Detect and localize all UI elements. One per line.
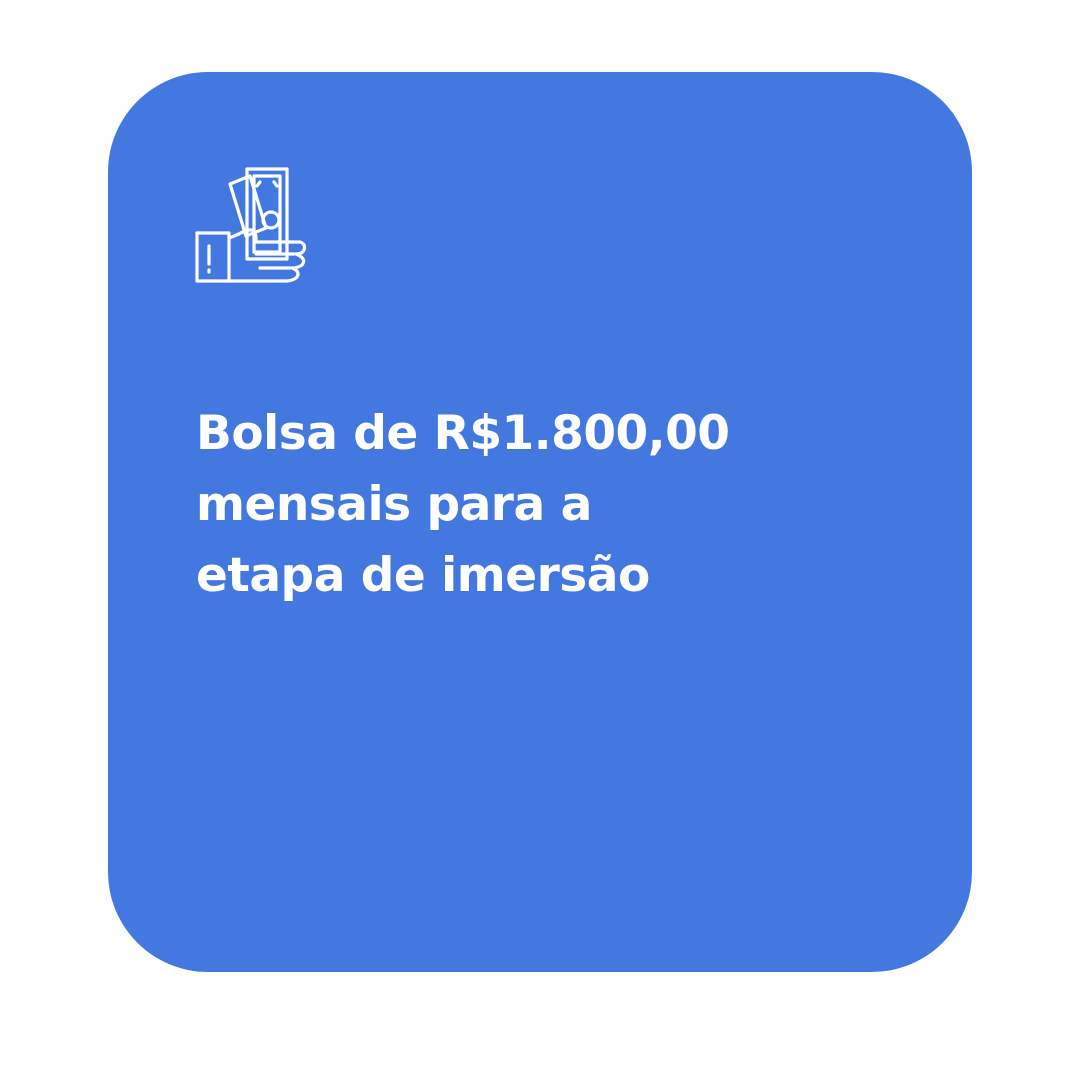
scholarship-headline: Bolsa de R$1.800,00 mensais para a etapa… — [196, 398, 836, 611]
page: Bolsa de R$1.800,00 mensais para a etapa… — [0, 0, 1080, 1080]
hand-holding-money-icon — [194, 164, 318, 288]
headline-line: etapa de imersão — [196, 548, 650, 603]
scholarship-card: Bolsa de R$1.800,00 mensais para a etapa… — [108, 72, 972, 972]
headline-line: mensais para a — [196, 477, 592, 532]
headline-line: Bolsa de R$1.800,00 — [196, 406, 730, 461]
